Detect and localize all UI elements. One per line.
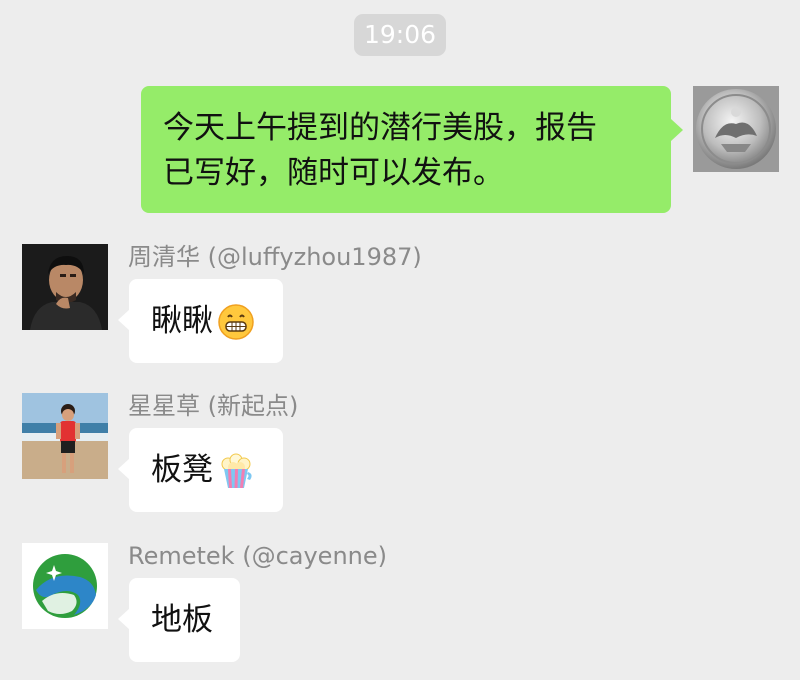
message-bubble[interactable]: 板凳 [118,428,283,512]
message-bubble[interactable]: 地板 [118,578,240,662]
popcorn-icon [217,452,255,490]
message-text: 地板 [151,602,213,638]
message-text: 瞅瞅 [151,303,213,339]
silver-coin-avatar-icon [693,86,779,172]
man-portrait-avatar-icon [22,244,108,330]
own-message-bubble[interactable]: 今天上午提到的潜行美股，报告 已写好，随时可以发布。 [141,86,683,213]
remetek-logo-avatar-icon [22,543,108,629]
own-avatar[interactable] [693,86,779,172]
message-text: 板凳 [151,452,213,488]
chat-view: 19:06 今天上午提到的潜行美股，报告 已写好，随时可以发布。 周清华 (@l… [0,0,800,680]
sender-avatar[interactable] [22,543,108,629]
boy-on-beach-avatar-icon [22,393,108,479]
own-message-line-1: 今天上午提到的潜行美股，报告 [163,110,597,146]
sender-name: Remetek (@cayenne) [128,542,387,570]
own-message-line-2: 已写好，随时可以发布。 [163,155,504,191]
sender-name: 星星草 (新起点) [128,392,299,420]
sender-name: 周清华 (@luffyzhou1987) [128,243,422,271]
grinning-face-icon [217,303,255,341]
sender-avatar[interactable] [22,244,108,330]
timestamp-pill: 19:06 [354,14,446,56]
sender-avatar[interactable] [22,393,108,479]
message-bubble[interactable]: 瞅瞅 [118,279,283,363]
